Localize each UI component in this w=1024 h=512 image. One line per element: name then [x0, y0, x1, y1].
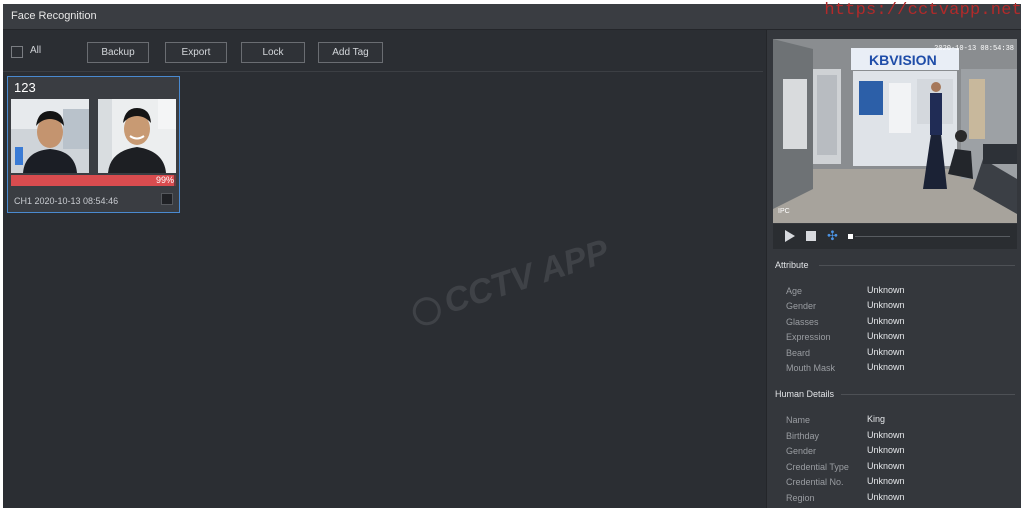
playback-controls: ✣ — [773, 224, 1017, 249]
select-all-checkbox[interactable] — [11, 46, 23, 58]
stop-icon[interactable] — [806, 231, 816, 241]
similarity-text: 99% — [155, 175, 174, 185]
play-icon[interactable] — [785, 230, 795, 242]
human-label-credential-type: Credential Type — [786, 462, 849, 472]
cctv-app-watermark: CCTV APP — [407, 232, 614, 332]
human-value-gender: Unknown — [867, 445, 905, 455]
attr-value-age: Unknown — [867, 285, 905, 295]
attr-label-beard: Beard — [786, 348, 811, 358]
attr-value-expression: Unknown — [867, 331, 905, 341]
toolbar: All Backup Export Lock Add Tag — [3, 32, 763, 72]
human-details-section-title: Human Details — [775, 389, 835, 399]
detail-panel: KBVISION 2020-10-13 08:54:38 IPC ✣ Attri… — [766, 30, 1021, 508]
face-recognition-window: Face Recognition All Backup Export Lock … — [3, 4, 1021, 508]
attribute-divider — [819, 265, 1015, 266]
human-label-credential-no: Credential No. — [786, 477, 844, 487]
attr-value-mouth-mask: Unknown — [867, 362, 905, 372]
similarity-bar: 99% — [11, 175, 176, 186]
attr-label-expression: Expression — [786, 332, 831, 342]
attr-value-gender: Unknown — [867, 300, 905, 310]
seek-track[interactable] — [855, 236, 1010, 237]
add-tag-button[interactable]: Add Tag — [318, 42, 383, 63]
human-details-divider — [841, 394, 1015, 395]
site-watermark-url: https://cctvapp.net — [824, 1, 1022, 20]
human-value-credential-type: Unknown — [867, 461, 905, 471]
video-timestamp: 2020-10-13 08:54:38 — [934, 45, 1014, 53]
watermark-logo-text: CCTV APP — [439, 232, 614, 322]
select-all-label: All — [30, 45, 42, 56]
attr-label-glasses: Glasses — [786, 317, 819, 327]
card-select-checkbox[interactable] — [161, 193, 173, 205]
card-name: 123 — [14, 80, 36, 95]
capture-channel-time: CH1 2020-10-13 08:54:46 — [14, 196, 119, 206]
attr-label-gender: Gender — [786, 301, 817, 311]
attr-label-age: Age — [786, 286, 803, 296]
speed-icon[interactable]: ✣ — [827, 228, 838, 244]
playback-video[interactable]: KBVISION 2020-10-13 08:54:38 IPC — [773, 39, 1017, 223]
seek-handle[interactable] — [848, 234, 853, 239]
human-value-name: King — [867, 414, 886, 424]
human-value-region: Unknown — [867, 492, 905, 502]
human-label-birthday: Birthday — [786, 431, 820, 441]
human-label-region: Region — [786, 493, 815, 503]
human-value-credential-no: Unknown — [867, 476, 905, 486]
attr-value-glasses: Unknown — [867, 316, 905, 326]
video-channel-label: IPC — [778, 208, 790, 215]
result-card[interactable]: 123 99% CH1 2020-10-13 08:54:46 — [7, 76, 180, 213]
human-label-name: Name — [786, 415, 811, 425]
lock-button[interactable]: Lock — [241, 42, 305, 63]
results-grid: 123 99% CH1 2020-10-13 08:54:46 CCTV APP — [3, 73, 763, 508]
attr-label-mouth-mask: Mouth Mask — [786, 363, 836, 373]
human-value-birthday: Unknown — [867, 430, 905, 440]
similarity-bar-fill — [11, 175, 175, 186]
export-button[interactable]: Export — [165, 42, 227, 63]
attribute-section-title: Attribute — [775, 260, 809, 270]
window-title: Face Recognition — [11, 10, 97, 22]
video-store-sign: KBVISION — [869, 52, 937, 68]
registered-face-image[interactable] — [98, 99, 176, 173]
human-label-gender: Gender — [786, 446, 817, 456]
attr-value-beard: Unknown — [867, 347, 905, 357]
backup-button[interactable]: Backup — [87, 42, 149, 63]
watermark-logo-icon — [409, 293, 445, 329]
snapshot-face-image[interactable] — [11, 99, 89, 173]
